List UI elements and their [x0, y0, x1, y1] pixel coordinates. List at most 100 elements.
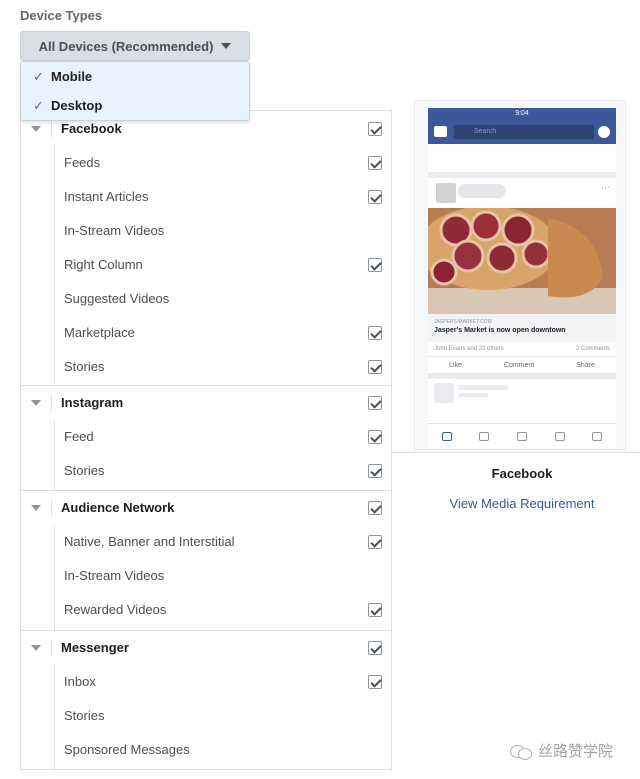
status-time: 9:04 [515, 110, 529, 117]
device-option-mobile[interactable]: ✓ Mobile [21, 62, 249, 91]
like-action: Like [449, 361, 462, 369]
divider [51, 640, 52, 656]
menu-icon [592, 431, 603, 441]
fig-tart-image [428, 208, 616, 314]
device-types-title: Device Types [20, 8, 103, 23]
reactions-text: John Evans and 23 others [434, 346, 504, 352]
post-image [428, 208, 616, 314]
placement-item-feeds: Feeds [21, 146, 391, 180]
placement-item-label: Sponsored Messages [64, 742, 190, 757]
placement-item-rewarded-videos: Rewarded Videos [21, 593, 391, 627]
facebook-checkbox[interactable] [368, 122, 382, 136]
news-feed-icon [441, 431, 452, 441]
link-domain: JASPERS-MARKET.COM [434, 319, 492, 325]
blurred-page-name [458, 184, 506, 198]
placement-item-label: Rewarded Videos [64, 602, 167, 617]
caret-down-icon [221, 43, 232, 49]
divider [51, 500, 52, 516]
placement-item-marketplace: Marketplace [21, 316, 391, 350]
audience-network-checkbox[interactable] [368, 501, 382, 515]
device-dropdown-button[interactable]: All Devices (Recommended) [20, 31, 250, 61]
placement-item-native-banner-interstitial: Native, Banner and Interstitial [21, 525, 391, 559]
placement-item-label: Stories [64, 708, 105, 723]
placement-group-instagram: Instagram Feed Stories [21, 385, 391, 490]
inbox-checkbox[interactable] [368, 675, 382, 689]
watermark-text: 丝路赞学院 [538, 743, 614, 760]
bottom-tab-bar [428, 423, 616, 448]
stories-checkbox[interactable] [368, 360, 382, 374]
placement-item-label: Suggested Videos [64, 291, 170, 306]
placement-item-feed: Feed [21, 420, 391, 454]
placement-header-audience-network[interactable]: Audience Network [21, 491, 391, 525]
marketplace-icon [516, 431, 527, 441]
stories-checkbox[interactable] [368, 464, 382, 478]
feeds-checkbox[interactable] [368, 156, 382, 170]
placement-item-in-stream-videos: In-Stream Videos [21, 214, 391, 248]
share-action: Share [576, 361, 595, 369]
checkmark-icon: ✓ [33, 68, 44, 84]
placement-item-stories: Stories [21, 350, 391, 384]
placement-group-audience-network: Audience Network Native, Banner and Inte… [21, 490, 391, 630]
placement-item-label: Native, Banner and Interstitial [64, 534, 235, 549]
placement-item-in-stream-videos: In-Stream Videos [21, 559, 391, 593]
device-option-label: Desktop [51, 98, 103, 113]
placement-group-messenger: Messenger Inbox Stories Sponsored Messag… [21, 630, 391, 770]
device-option-label: Mobile [51, 69, 93, 84]
messenger-icon [598, 126, 610, 138]
placement-item-right-column: Right Column [21, 248, 391, 282]
placement-item-label: Instant Articles [64, 189, 149, 204]
marketplace-checkbox[interactable] [368, 326, 382, 340]
placement-item-label: In-Stream Videos [64, 568, 165, 583]
collapse-triangle-icon[interactable] [31, 126, 41, 132]
more-icon: ··· [601, 182, 610, 192]
view-media-requirement-link[interactable]: View Media Requirement [392, 496, 640, 511]
collapse-triangle-icon[interactable] [31, 400, 41, 406]
placements-panel: Facebook Feeds Instant Articles In-Strea… [20, 110, 392, 770]
messenger-checkbox[interactable] [368, 641, 382, 655]
placement-name: Messenger [61, 640, 129, 655]
placement-name: Audience Network [61, 500, 175, 515]
collapse-triangle-icon[interactable] [31, 505, 41, 511]
instant-articles-checkbox[interactable] [368, 190, 382, 204]
instagram-checkbox[interactable] [368, 396, 382, 410]
placement-item-stories: Stories [21, 699, 391, 733]
placement-item-label: In-Stream Videos [64, 223, 165, 238]
collapse-triangle-icon[interactable] [31, 645, 41, 651]
camera-icon [434, 126, 447, 137]
placement-group-facebook: Facebook Feeds Instant Articles In-Strea… [21, 111, 391, 384]
notifications-icon [554, 431, 565, 441]
placement-item-instant-articles: Instant Articles [21, 180, 391, 214]
device-dropdown-value: All Devices (Recommended) [38, 38, 214, 54]
rewarded-videos-checkbox[interactable] [368, 603, 382, 617]
link-headline: Jasper's Market is now open downtown [434, 327, 566, 334]
right-column-checkbox[interactable] [368, 258, 382, 272]
placement-item-stories: Stories [21, 454, 391, 488]
device-dropdown-menu: ✓ Mobile ✓ Desktop [20, 61, 250, 121]
placement-header-instagram[interactable]: Instagram [21, 386, 391, 420]
post-actions: Like Comment Share [428, 357, 616, 379]
preview-placement-name: Facebook [491, 466, 553, 481]
status-bar: 9:04 [428, 108, 616, 120]
checkmark-icon: ✓ [33, 97, 44, 113]
placement-item-label: Stories [64, 359, 105, 374]
preview-divider [392, 452, 640, 453]
comments-count: 2 Comments [575, 346, 610, 352]
avatar [436, 183, 456, 203]
native-banner-interstitial-checkbox[interactable] [368, 535, 382, 549]
comment-action: Comment [503, 361, 535, 369]
placement-item-label: Feeds [64, 155, 101, 170]
post-header: ··· [428, 178, 616, 208]
composer-placeholder [428, 144, 616, 178]
reactions-row: John Evans and 23 others 2 Comments [428, 342, 616, 357]
placement-item-label: Feed [64, 429, 94, 444]
placement-header-messenger[interactable]: Messenger [21, 631, 391, 665]
next-post-skeleton [428, 379, 616, 413]
watermark: 丝路赞学院 [510, 740, 613, 761]
wechat-icon [510, 743, 532, 760]
placement-item-suggested-videos: Suggested Videos [21, 282, 391, 316]
facebook-nav-bar: Search [428, 120, 616, 144]
feed-checkbox[interactable] [368, 430, 382, 444]
device-option-desktop[interactable]: ✓ Desktop [21, 91, 249, 120]
video-icon [479, 431, 490, 441]
placement-item-label: Right Column [64, 257, 143, 272]
